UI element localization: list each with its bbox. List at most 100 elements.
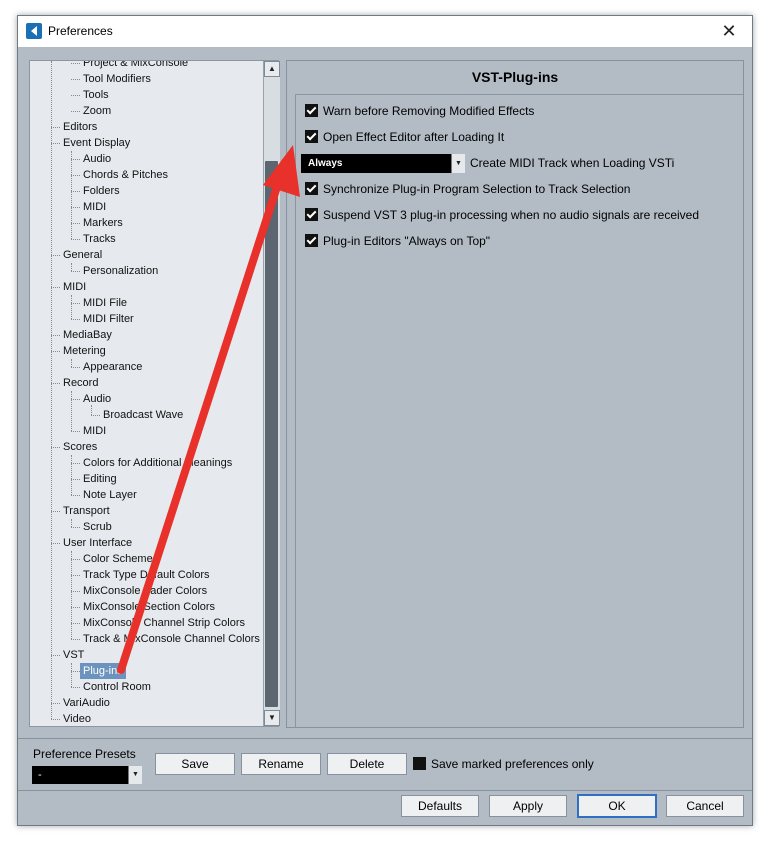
chevron-down-icon[interactable]: ▼ — [451, 154, 465, 173]
tree-item[interactable]: Note Layer — [83, 487, 137, 503]
tree-connector — [71, 607, 80, 608]
tree-item[interactable]: Transport — [63, 503, 110, 519]
tree-item[interactable]: Editing — [83, 471, 117, 487]
tree-item[interactable]: Editors — [63, 119, 97, 135]
divider — [18, 738, 752, 739]
rename-preset-button[interactable]: Rename — [241, 753, 321, 775]
tree-item[interactable]: VST — [63, 647, 84, 663]
tree-item[interactable]: MediaBay — [63, 327, 112, 343]
tree-item[interactable]: MIDI — [63, 279, 86, 295]
tree-scrollbar[interactable]: ▲ ▼ — [263, 61, 280, 726]
tree-guide — [71, 455, 72, 495]
tree-guide — [71, 151, 72, 239]
tree-item[interactable]: Color Schemes — [83, 551, 158, 567]
tree-guide — [71, 263, 72, 271]
checkbox[interactable] — [305, 234, 318, 247]
tree-item[interactable]: Event Display — [63, 135, 130, 151]
tree-item[interactable]: Track Type Default Colors — [83, 567, 210, 583]
delete-preset-button[interactable]: Delete — [327, 753, 407, 775]
tree-connector — [51, 703, 60, 704]
ok-button[interactable]: OK — [577, 794, 657, 818]
tree-connector — [51, 287, 60, 288]
tree-item[interactable]: Broadcast Wave — [103, 407, 183, 423]
tree-item[interactable]: MIDI Filter — [83, 311, 134, 327]
tree-connector — [71, 239, 80, 240]
tree-item[interactable]: General — [63, 247, 102, 263]
option-warn-remove[interactable]: Warn before Removing Modified Effects — [305, 103, 534, 119]
tree-item[interactable]: Metering — [63, 343, 106, 359]
tree-item[interactable]: Personalization — [83, 263, 158, 279]
tree-guide — [71, 359, 72, 367]
tree-item[interactable]: Chords & Pitches — [83, 167, 168, 183]
tree-connector — [71, 399, 80, 400]
checkbox[interactable] — [305, 130, 318, 143]
tree-connector — [71, 271, 80, 272]
apply-button[interactable]: Apply — [489, 795, 567, 817]
scrollbar-thumb[interactable] — [265, 161, 278, 707]
checkbox[interactable] — [305, 104, 318, 117]
tree-item[interactable]: Tool Modifiers — [83, 71, 151, 87]
checkbox[interactable] — [305, 208, 318, 221]
tree-item[interactable]: Plug-ins — [80, 663, 126, 679]
midi-track-dropdown[interactable]: Always ▼ — [301, 154, 465, 173]
tree-item[interactable]: Control Room — [83, 679, 151, 695]
tree-connector — [51, 383, 60, 384]
tree-item[interactable]: MixConsole Fader Colors — [83, 583, 207, 599]
tree-item[interactable]: Colors for Additional Meanings — [83, 455, 232, 471]
midi-track-label: Create MIDI Track when Loading VSTi — [470, 156, 675, 170]
tree-item[interactable]: Record — [63, 375, 98, 391]
chevron-up-icon[interactable]: ▲ — [264, 61, 280, 77]
chevron-down-icon[interactable]: ▼ — [128, 766, 142, 784]
option-open-editor[interactable]: Open Effect Editor after Loading It — [305, 129, 504, 145]
tree-item[interactable]: Tools — [83, 87, 109, 103]
tree-item[interactable]: MIDI File — [83, 295, 127, 311]
option-always-on-top[interactable]: Plug-in Editors "Always on Top" — [305, 233, 490, 249]
tree-connector — [71, 687, 80, 688]
tree-connector — [51, 127, 60, 128]
preferences-tree: Project & MixConsole Tool Modifiers Tools Z… — [29, 60, 279, 727]
tree-item[interactable]: Appearance — [83, 359, 142, 375]
save-marked-option[interactable]: Save marked preferences only — [413, 757, 594, 771]
tree-item[interactable]: Project & MixConsole — [83, 61, 188, 71]
tree-connector — [71, 175, 80, 176]
tree-item[interactable]: Track & MixConsole Channel Colors — [83, 631, 260, 647]
tree-item[interactable]: VariAudio — [63, 695, 110, 711]
tree-item[interactable]: Audio — [83, 151, 111, 167]
cancel-button[interactable]: Cancel — [666, 795, 744, 817]
tree-connector — [71, 479, 80, 480]
chevron-down-icon[interactable]: ▼ — [264, 710, 280, 726]
tree-item[interactable]: Markers — [83, 215, 123, 231]
tree-item[interactable]: Audio — [83, 391, 111, 407]
tree-item[interactable]: Folders — [83, 183, 120, 199]
tree-connector — [51, 255, 60, 256]
close-icon[interactable]: ✕ — [706, 16, 752, 47]
save-preset-button[interactable]: Save — [155, 753, 235, 775]
option-label: Synchronize Plug-in Program Selection to… — [323, 182, 631, 196]
checkbox[interactable] — [305, 182, 318, 195]
tree-connector — [91, 415, 100, 416]
tree-item[interactable]: MixConsole Channel Strip Colors — [83, 615, 245, 631]
tree-item[interactable]: Tracks — [83, 231, 116, 247]
tree-guide — [91, 405, 92, 415]
tree-connector — [71, 671, 80, 672]
tree-connector — [71, 623, 80, 624]
tree-connector — [71, 575, 80, 576]
defaults-button[interactable]: Defaults — [401, 795, 479, 817]
tree-item[interactable]: Zoom — [83, 103, 111, 119]
tree-item[interactable]: Scores — [63, 439, 97, 455]
tree-item[interactable]: MIDI — [83, 423, 106, 439]
tree-connector — [71, 463, 80, 464]
settings-panel: VST-Plug-ins Warn before Removing Modifi… — [286, 60, 744, 728]
tree-connector — [71, 111, 80, 112]
tree-item[interactable]: MixConsole Section Colors — [83, 599, 215, 615]
tree-item[interactable]: User Interface — [63, 535, 132, 551]
option-suspend-vst3[interactable]: Suspend VST 3 plug-in processing when no… — [305, 207, 699, 223]
tree-item[interactable]: Scrub — [83, 519, 112, 535]
tree-item[interactable]: MIDI — [83, 199, 106, 215]
tree-connector — [51, 511, 60, 512]
option-sync-program[interactable]: Synchronize Plug-in Program Selection to… — [305, 181, 630, 197]
tree-item[interactable]: Video — [63, 711, 91, 726]
preset-select[interactable]: - ▼ — [32, 766, 142, 784]
checkbox[interactable] — [413, 757, 426, 770]
option-label: Open Effect Editor after Loading It — [323, 130, 505, 144]
